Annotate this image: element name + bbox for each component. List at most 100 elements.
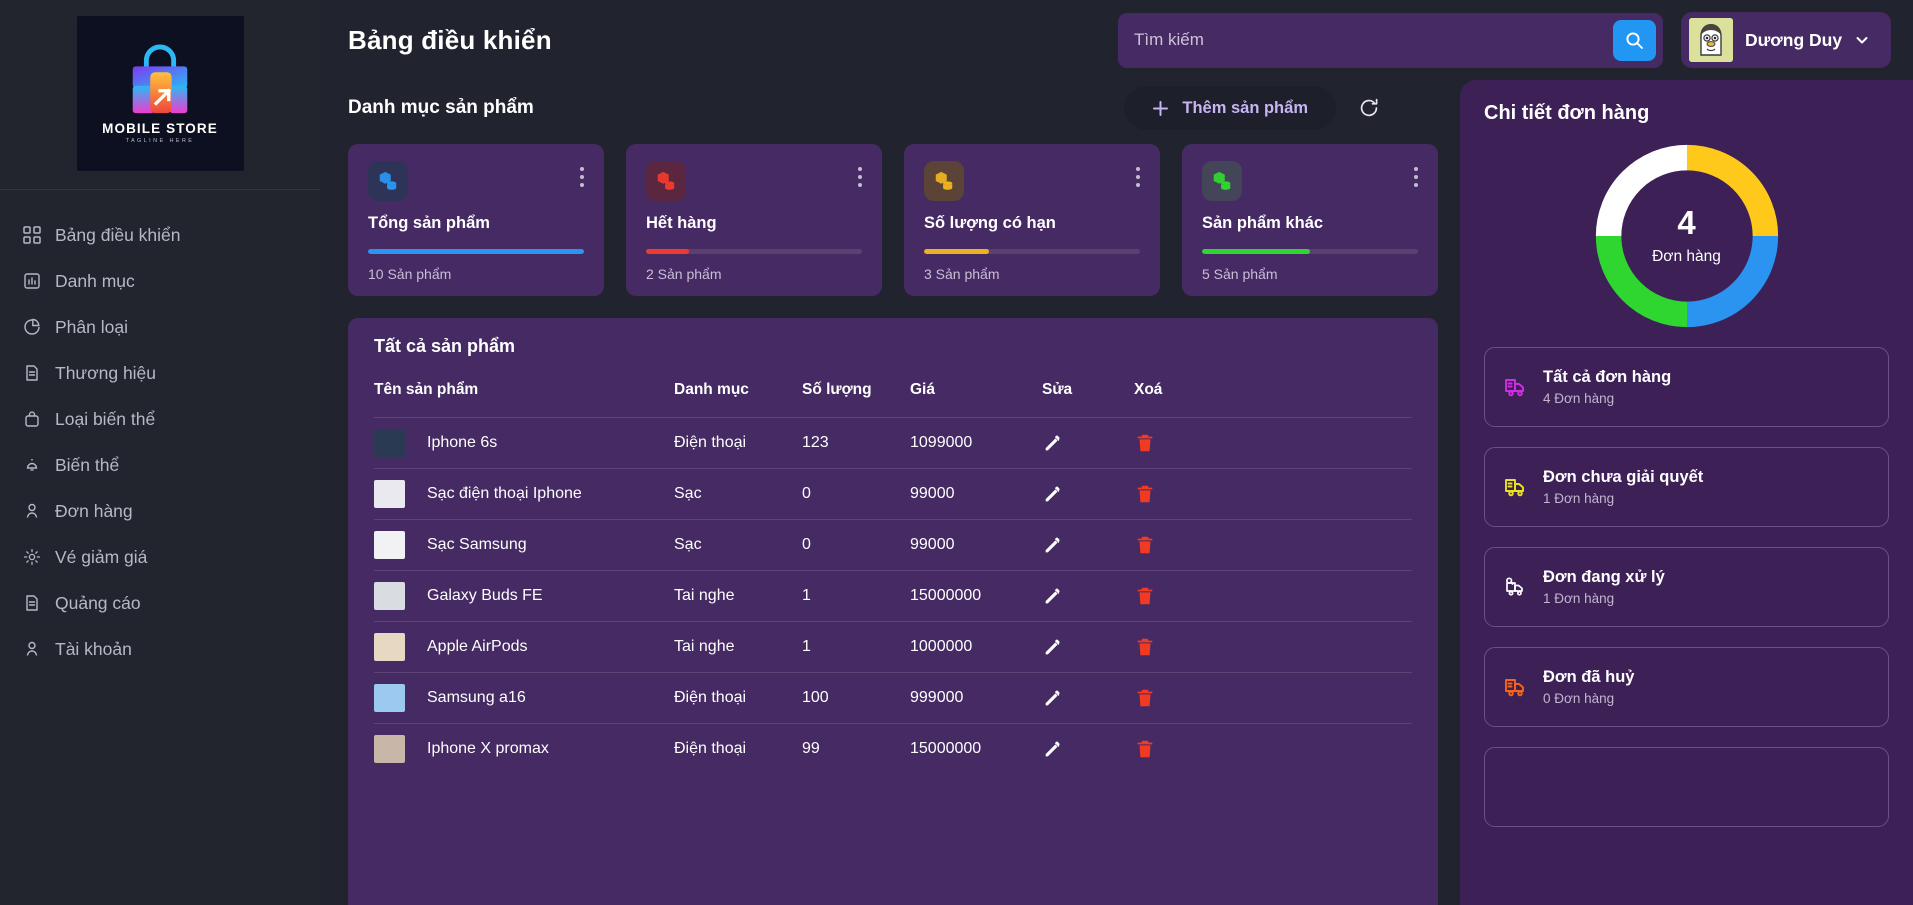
search-input[interactable] bbox=[1134, 30, 1613, 50]
sidebar-item-don-hang[interactable]: Đơn hàng bbox=[0, 488, 320, 534]
sidebar-item-ve-giam-gia[interactable]: Vé giảm giá bbox=[0, 534, 320, 580]
table-row[interactable]: Apple AirPods Tai nghe 1 1000000 bbox=[374, 621, 1412, 673]
boxes-icon bbox=[924, 161, 964, 201]
stat-card-label: Tổng sản phẩm bbox=[368, 214, 490, 232]
refresh-button[interactable] bbox=[1352, 91, 1386, 125]
cell-edit bbox=[1042, 571, 1134, 622]
edit-button[interactable] bbox=[1042, 585, 1064, 607]
stat-card-top bbox=[646, 161, 862, 201]
sidebar-item-tai-khoan[interactable]: Tài khoản bbox=[0, 626, 320, 672]
order-status-card-processing[interactable]: Đơn đang xử lý 1 Đơn hàng bbox=[1484, 547, 1889, 627]
cell-price: 15000000 bbox=[910, 740, 982, 757]
stat-progress-fill bbox=[368, 249, 584, 254]
table-row[interactable]: Iphone 6s Điện thoại 123 1099000 bbox=[374, 417, 1412, 469]
user-icon bbox=[22, 639, 42, 659]
product-name: Iphone X promax bbox=[427, 740, 549, 757]
delete-button[interactable] bbox=[1134, 585, 1156, 607]
sidebar: MOBILE STORE TAGLINE HERE Bảng điều khiể… bbox=[0, 0, 320, 905]
cell-price: 15000000 bbox=[910, 587, 982, 604]
product-thumbnail bbox=[374, 531, 405, 559]
sidebar-item-loai-bien-the[interactable]: Loại biến thể bbox=[0, 396, 320, 442]
sidebar-item-thuong-hieu[interactable]: Thương hiệu bbox=[0, 350, 320, 396]
catalog-column: Danh mục sản phẩm Thêm sản phẩm Tổng sản… bbox=[320, 80, 1460, 905]
top-bar: Bảng điều khiển Tìm kiếm Dương Duy bbox=[320, 0, 1913, 80]
shopping-bag-phone-icon bbox=[132, 44, 188, 114]
edit-button[interactable] bbox=[1042, 432, 1064, 454]
table-row[interactable]: Samsung a16 Điện thoại 100 999000 bbox=[374, 672, 1412, 724]
truck-icon bbox=[1503, 674, 1529, 700]
truck-search-icon bbox=[1503, 574, 1529, 600]
delete-button[interactable] bbox=[1134, 738, 1156, 760]
cell-category: Điện thoại bbox=[674, 434, 747, 451]
stat-card[interactable]: Số lượng có hạn 3 Sản phẩm bbox=[904, 144, 1160, 296]
stat-card-label: Sản phẩm khác bbox=[1202, 214, 1324, 232]
cell-quantity: 123 bbox=[802, 434, 829, 451]
search-bar[interactable] bbox=[1118, 12, 1663, 68]
delete-button[interactable] bbox=[1134, 483, 1156, 505]
stat-progress-fill bbox=[646, 249, 690, 254]
order-status-label: Đơn chưa giải quyết bbox=[1543, 468, 1704, 486]
delete-button[interactable] bbox=[1134, 432, 1156, 454]
refresh-icon bbox=[1360, 98, 1378, 117]
brand-tagline: TAGLINE HERE bbox=[125, 138, 195, 144]
stat-card[interactable]: Hết hàng 2 Sản phẩm bbox=[626, 144, 882, 296]
truck-icon bbox=[1503, 374, 1529, 400]
search-button[interactable] bbox=[1613, 19, 1656, 61]
stat-card-menu[interactable] bbox=[858, 161, 862, 187]
sidebar-item-phan-loai[interactable]: Phân loại bbox=[0, 304, 320, 350]
sidebar-item-bang-dieu-khien[interactable]: Bảng điều khiển bbox=[0, 212, 320, 258]
stat-card[interactable]: Sản phẩm khác 5 Sản phẩm bbox=[1182, 144, 1438, 296]
boxes-glyph bbox=[379, 171, 397, 190]
edit-button[interactable] bbox=[1042, 636, 1064, 658]
edit-button[interactable] bbox=[1042, 738, 1064, 760]
user-menu[interactable]: Dương Duy bbox=[1681, 12, 1891, 68]
cell-edit bbox=[1042, 724, 1134, 775]
cell-price: 1000000 bbox=[910, 638, 973, 655]
cell-edit bbox=[1042, 673, 1134, 724]
cell-name: Apple AirPods bbox=[374, 622, 674, 673]
product-thumbnail bbox=[374, 684, 405, 712]
table-row[interactable]: Sạc Samsung Sạc 0 99000 bbox=[374, 519, 1412, 571]
order-status-card-pending[interactable]: Đơn chưa giải quyết 1 Đơn hàng bbox=[1484, 447, 1889, 527]
product-name: Iphone 6s bbox=[427, 434, 498, 451]
cell-edit bbox=[1042, 469, 1134, 520]
sidebar-item-danh-muc[interactable]: Danh mục bbox=[0, 258, 320, 304]
document-icon bbox=[22, 363, 42, 383]
table-row[interactable]: Sạc điện thoại Iphone Sạc 0 99000 bbox=[374, 468, 1412, 520]
edit-button[interactable] bbox=[1042, 534, 1064, 556]
stat-card-menu[interactable] bbox=[580, 161, 584, 187]
chevron-down-icon[interactable] bbox=[1854, 32, 1870, 48]
cell-category: Sạc bbox=[674, 536, 702, 553]
delete-button[interactable] bbox=[1134, 636, 1156, 658]
pencil-icon bbox=[1045, 435, 1060, 451]
products-table-body: Iphone 6s Điện thoại 123 1099000 Sạc điện th… bbox=[374, 417, 1412, 775]
cell-delete bbox=[1134, 469, 1412, 520]
logo-container: MOBILE STORE TAGLINE HERE bbox=[0, 0, 320, 190]
edit-button[interactable] bbox=[1042, 687, 1064, 709]
order-status-card-next[interactable] bbox=[1484, 747, 1889, 827]
sidebar-item-quang-cao[interactable]: Quảng cáo bbox=[0, 580, 320, 626]
col-price: Giá bbox=[910, 381, 935, 398]
order-status-card-all[interactable]: Tất cả đơn hàng 4 Đơn hàng bbox=[1484, 347, 1889, 427]
sidebar-item-bien-the[interactable]: Biến thể bbox=[0, 442, 320, 488]
cell-price: 99000 bbox=[910, 485, 955, 502]
delete-button[interactable] bbox=[1134, 534, 1156, 556]
order-status-card-cancelled[interactable]: Đơn đã huỷ 0 Đơn hàng bbox=[1484, 647, 1889, 727]
order-status-label: Tất cả đơn hàng bbox=[1543, 368, 1672, 386]
delete-button[interactable] bbox=[1134, 687, 1156, 709]
product-thumbnail bbox=[374, 480, 405, 508]
products-table-head: Tên sản phẩm Danh mục Số lượng Giá Sửa X… bbox=[374, 371, 1412, 418]
cell-category: Sạc bbox=[674, 485, 702, 502]
table-row[interactable]: Iphone X promax Điện thoại 99 15000000 bbox=[374, 723, 1412, 775]
stat-card[interactable]: Tổng sản phẩm 10 Sản phẩm bbox=[348, 144, 604, 296]
cell-price: 999000 bbox=[910, 689, 964, 706]
product-thumbnail bbox=[374, 582, 405, 610]
sidebar-item-label: Bảng điều khiển bbox=[55, 224, 181, 245]
sidebar-item-label: Danh mục bbox=[55, 270, 135, 291]
add-product-button[interactable]: Thêm sản phẩm bbox=[1124, 86, 1336, 130]
stat-card-menu[interactable] bbox=[1136, 161, 1140, 187]
edit-button[interactable] bbox=[1042, 483, 1064, 505]
page-title: Bảng điều khiển bbox=[348, 24, 552, 55]
table-row[interactable]: Galaxy Buds FE Tai nghe 1 15000000 bbox=[374, 570, 1412, 622]
stat-card-menu[interactable] bbox=[1414, 161, 1418, 187]
